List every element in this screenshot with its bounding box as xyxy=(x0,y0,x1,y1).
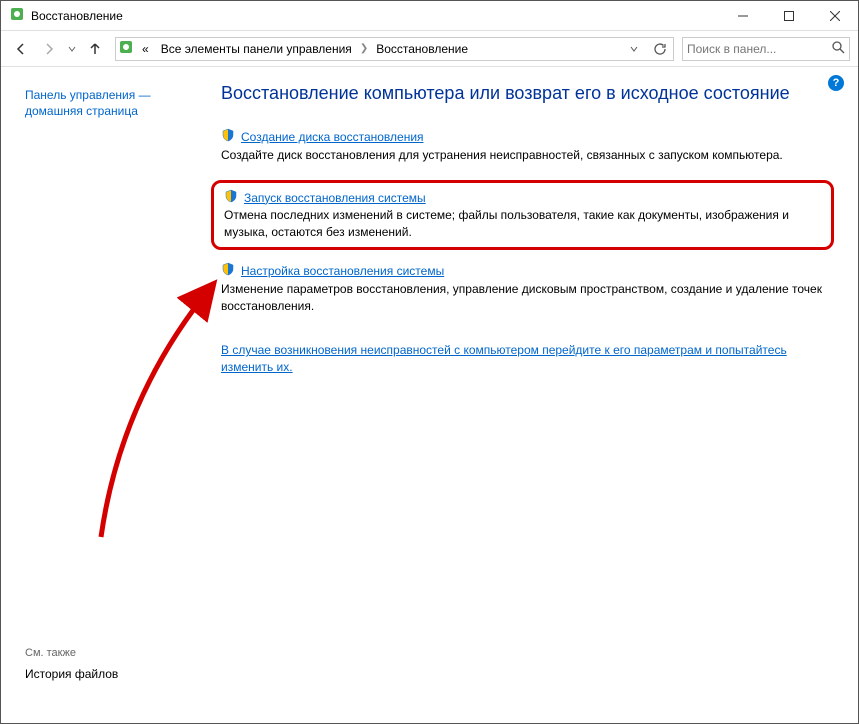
page-heading: Восстановление компьютера или возврат ег… xyxy=(221,83,828,104)
file-history-link[interactable]: История файлов xyxy=(25,667,201,681)
breadcrumb-prefix: « xyxy=(138,42,153,56)
content-area: Панель управления — домашняя страница См… xyxy=(1,67,858,723)
create-recovery-drive-link[interactable]: Создание диска восстановления xyxy=(241,129,424,146)
sidebar: Панель управления — домашняя страница См… xyxy=(1,67,211,723)
shield-icon xyxy=(221,128,235,147)
option-configure-restore: Настройка восстановления системы Изменен… xyxy=(221,262,828,314)
close-button[interactable] xyxy=(812,1,858,31)
home-link-line2: домашняя страница xyxy=(25,104,138,118)
window: Восстановление « Все элементы п xyxy=(0,0,859,724)
configure-system-restore-desc: Изменение параметров восстановления, упр… xyxy=(221,281,828,315)
open-system-restore-link[interactable]: Запуск восстановления системы xyxy=(244,190,426,207)
location-icon xyxy=(118,39,134,58)
see-also-label: См. также xyxy=(25,647,201,659)
forward-button[interactable] xyxy=(37,37,61,61)
control-panel-home-link[interactable]: Панель управления — домашняя страница xyxy=(25,87,201,119)
search-icon[interactable] xyxy=(831,40,845,57)
address-bar[interactable]: « Все элементы панели управления ❯ Восст… xyxy=(115,37,674,61)
up-button[interactable] xyxy=(83,37,107,61)
toolbar: « Все элементы панели управления ❯ Восст… xyxy=(1,31,858,67)
main-panel: ? Восстановление компьютера или возврат … xyxy=(211,67,858,723)
help-icon[interactable]: ? xyxy=(828,75,844,91)
app-icon xyxy=(9,6,25,25)
address-dropdown[interactable] xyxy=(623,38,645,60)
shield-icon xyxy=(221,262,235,281)
home-link-line1: Панель управления — xyxy=(25,88,151,102)
back-button[interactable] xyxy=(9,37,33,61)
shield-icon xyxy=(224,189,238,208)
titlebar: Восстановление xyxy=(1,1,858,31)
search-input[interactable] xyxy=(687,42,831,56)
window-title: Восстановление xyxy=(31,9,720,23)
create-recovery-drive-desc: Создайте диск восстановления для устране… xyxy=(221,147,828,164)
history-dropdown[interactable] xyxy=(65,37,79,61)
breadcrumb-recovery[interactable]: Восстановление xyxy=(372,42,472,56)
breadcrumb-all-items[interactable]: Все элементы панели управления xyxy=(157,42,356,56)
refresh-button[interactable] xyxy=(649,38,671,60)
open-system-restore-desc: Отмена последних изменений в системе; фа… xyxy=(224,207,821,241)
configure-system-restore-link[interactable]: Настройка восстановления системы xyxy=(241,263,444,280)
option-system-restore-highlighted: Запуск восстановления системы Отмена пос… xyxy=(211,180,834,250)
maximize-button[interactable] xyxy=(766,1,812,31)
option-create-recovery-drive: Создание диска восстановления Создайте д… xyxy=(221,128,828,164)
search-box[interactable] xyxy=(682,37,850,61)
minimize-button[interactable] xyxy=(720,1,766,31)
chevron-right-icon[interactable]: ❯ xyxy=(360,43,368,54)
pc-settings-link[interactable]: В случае возникновения неисправностей с … xyxy=(221,343,787,374)
